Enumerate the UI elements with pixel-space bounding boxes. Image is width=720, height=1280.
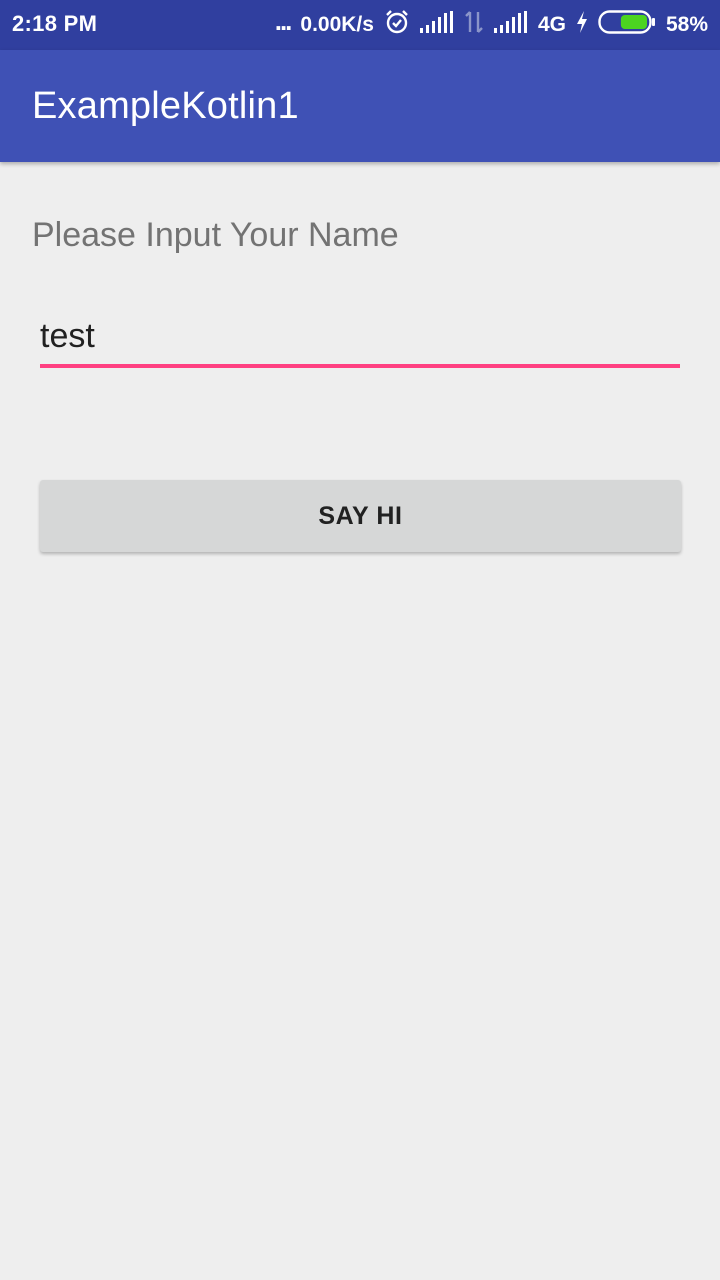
- network-speed: 0.00K/s: [300, 13, 374, 36]
- battery-percent: 58%: [665, 13, 708, 36]
- app-bar: ExampleKotlin1: [0, 50, 720, 162]
- app-title: ExampleKotlin1: [32, 85, 299, 127]
- signal-icon: [419, 11, 454, 39]
- charging-icon: [576, 11, 588, 39]
- signal-icon: [493, 11, 528, 39]
- network-type: 4G: [537, 13, 566, 36]
- status-indicators: ... 0.00K/s 4G 58%: [274, 5, 708, 41]
- data-transfer-icon: [464, 10, 484, 40]
- battery-icon: [598, 10, 656, 40]
- status-bar: 2:18 PM ... 0.00K/s 4G 58%: [0, 0, 720, 50]
- main-content: Please Input Your Name SAY HI: [0, 162, 720, 1280]
- name-prompt-label: Please Input Your Name: [32, 216, 399, 254]
- more-notifications-icon: ...: [274, 5, 293, 36]
- alarm-icon: [384, 9, 410, 41]
- name-input[interactable]: [40, 314, 680, 368]
- status-time: 2:18 PM: [12, 11, 98, 36]
- say-hi-button[interactable]: SAY HI: [40, 480, 681, 552]
